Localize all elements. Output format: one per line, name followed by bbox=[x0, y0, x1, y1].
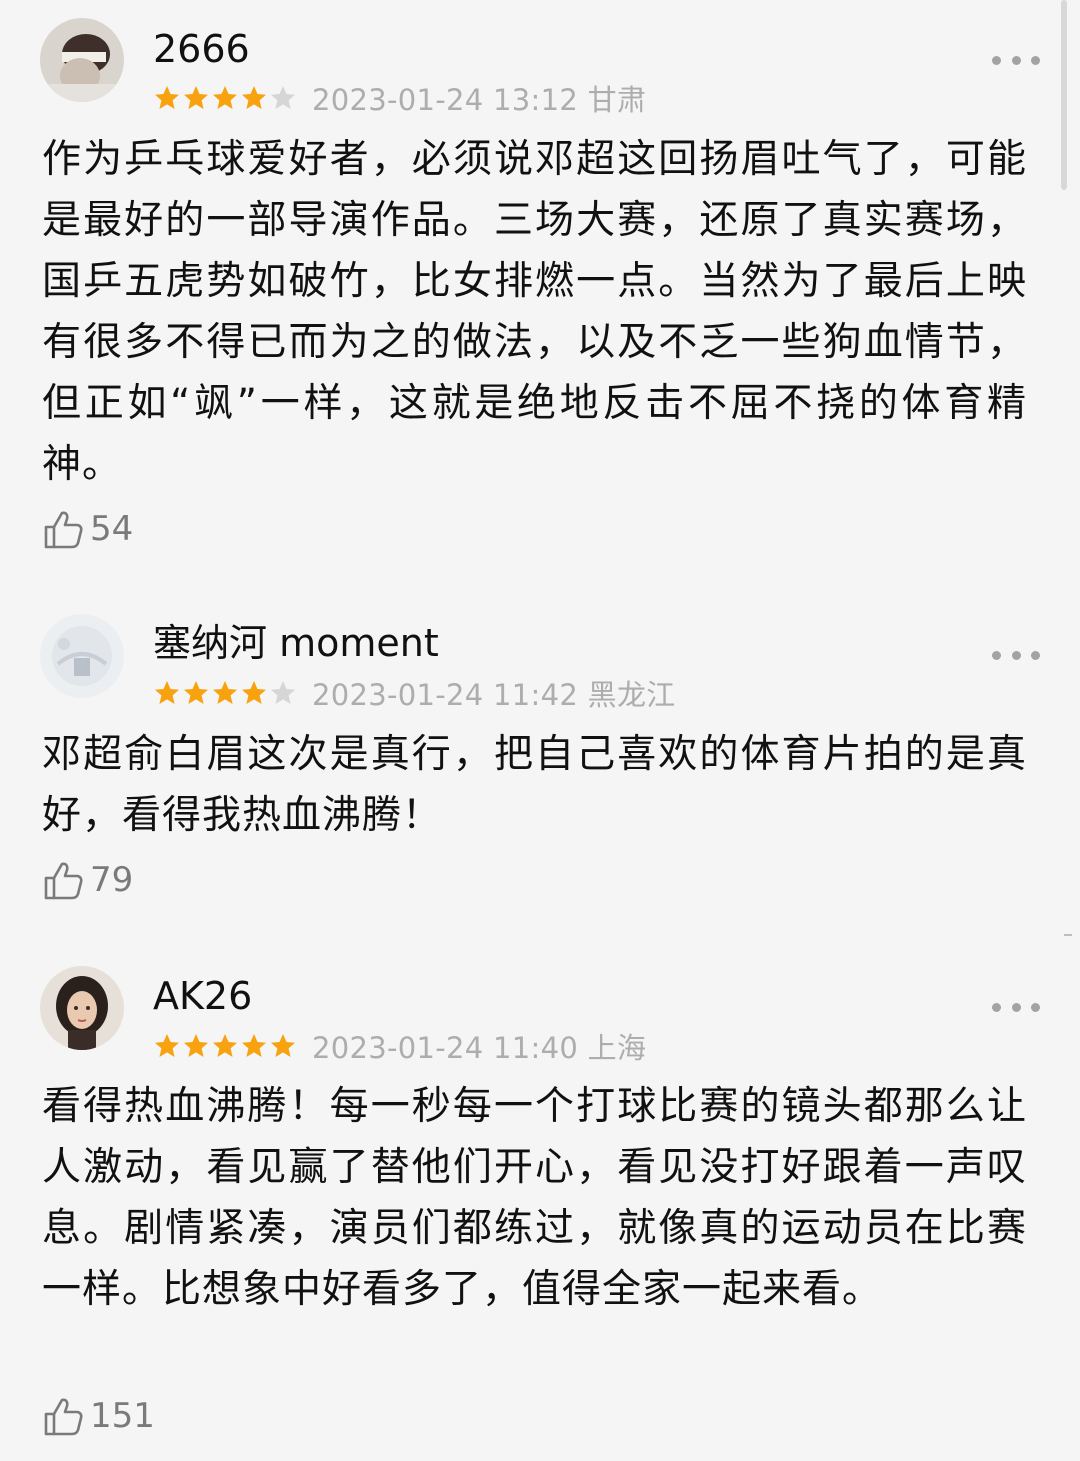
star-icon bbox=[184, 86, 208, 109]
user-avatar[interactable] bbox=[40, 18, 124, 102]
like-count: 79 bbox=[90, 860, 134, 900]
like-button[interactable]: 79 bbox=[42, 859, 133, 901]
star-icon bbox=[271, 1034, 295, 1057]
star-icon bbox=[213, 1034, 237, 1057]
review-date-location: 2023-01-24 13:12 甘肃 bbox=[312, 83, 647, 117]
star-icon bbox=[155, 1034, 179, 1057]
username[interactable]: 2666 bbox=[153, 30, 250, 68]
user-avatar[interactable] bbox=[40, 966, 124, 1050]
star-icon bbox=[242, 86, 266, 109]
username[interactable]: 塞纳河 moment bbox=[153, 624, 439, 662]
star-icon bbox=[184, 1034, 208, 1057]
like-button[interactable]: 151 bbox=[42, 1395, 155, 1437]
scrollbar-thumb[interactable] bbox=[1061, 0, 1067, 190]
like-count: 151 bbox=[90, 1396, 155, 1436]
star-icon bbox=[184, 681, 208, 704]
thumbs-up-icon bbox=[44, 511, 83, 549]
like-button[interactable]: 54 bbox=[42, 508, 133, 550]
star-rating bbox=[153, 84, 298, 112]
star-icon bbox=[213, 86, 237, 109]
review-text: 邓超俞白眉这次是真行，把自己喜欢的体育片拍的是真好，看得我热血沸腾！ bbox=[42, 732, 1027, 838]
star-icon bbox=[271, 86, 295, 109]
star-icon bbox=[271, 681, 295, 704]
review-date-location: 2023-01-24 11:40 上海 bbox=[312, 1031, 647, 1065]
review-date-location: 2023-01-24 11:42 黑龙江 bbox=[312, 678, 676, 712]
more-dots-icon[interactable] bbox=[992, 999, 1040, 1015]
thumbs-up-icon bbox=[44, 1398, 83, 1436]
review-meta: 2023-01-24 13:12 甘肃 bbox=[153, 81, 646, 117]
more-dots-icon[interactable] bbox=[992, 647, 1040, 663]
star-icon bbox=[155, 681, 179, 704]
review-meta: 2023-01-24 11:40 上海 bbox=[153, 1029, 646, 1065]
user-avatar[interactable] bbox=[40, 614, 124, 698]
review-text: 作为乒乓球爱好者，必须说邓超这回扬眉吐气了，可能是最好的一部导演作品。三场大赛，… bbox=[42, 137, 1027, 487]
like-count: 54 bbox=[90, 509, 134, 549]
star-icon bbox=[242, 681, 266, 704]
scrollbar-marker bbox=[1064, 934, 1072, 936]
more-dots-icon[interactable] bbox=[992, 52, 1040, 68]
star-icon bbox=[213, 681, 237, 704]
review-meta: 2023-01-24 11:42 黑龙江 bbox=[153, 676, 676, 712]
star-icon bbox=[155, 86, 179, 109]
star-rating bbox=[153, 1032, 298, 1060]
star-rating bbox=[153, 679, 298, 707]
thumbs-up-icon bbox=[44, 862, 83, 900]
star-icon bbox=[242, 1034, 266, 1057]
review-text: 看得热血沸腾！每一秒每一个打球比赛的镜头都那么让人激动，看见赢了替他们开心，看见… bbox=[42, 1084, 1027, 1312]
username[interactable]: AK26 bbox=[153, 977, 252, 1015]
